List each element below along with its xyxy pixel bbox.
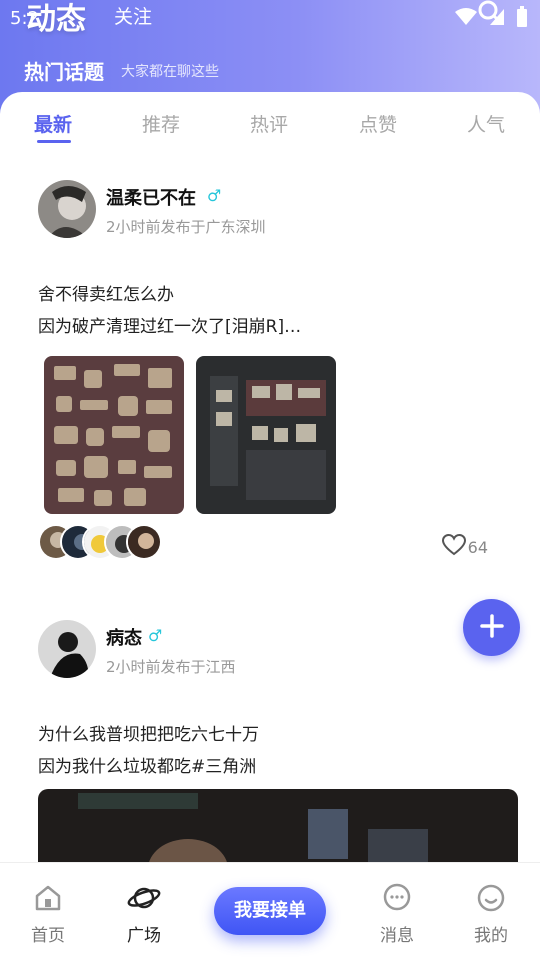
gender-male-icon: ♂ [148,626,163,645]
nav-messages-label: 消息 [380,926,414,946]
tab-likes[interactable]: 点赞 [359,110,397,137]
take-order-button[interactable]: 我要接单 [214,887,326,935]
post-meta: 2小时前发布于江西 [106,658,236,676]
wifi-icon [454,7,478,31]
liked-users[interactable] [38,524,168,560]
post-username[interactable]: 病态 [106,624,142,650]
nav-square-label: 广场 [127,926,161,946]
like-button[interactable]: 64 [441,533,488,560]
battery-icon [516,6,528,32]
planet-icon [126,887,162,917]
sort-tabs: 最新 推荐 热评 点赞 人气 [0,92,540,152]
create-post-button[interactable] [463,599,520,656]
post-text-line: 舍不得卖红怎么办 [38,285,174,305]
post-card[interactable]: 温柔已不在 ♂ 2小时前发布于广东深圳 舍不得卖红怎么办 因为破产清理过红一次了… [0,180,540,570]
plus-icon [479,613,505,643]
avatar[interactable] [38,620,96,678]
nav-mine[interactable]: 我的 [461,883,521,946]
post-text-line: 为什么我普坝把把吃六七十万 [38,725,259,745]
post-image[interactable] [38,789,518,869]
home-icon [33,885,63,917]
nav-home[interactable]: 首页 [18,883,78,946]
avatar [126,524,162,560]
active-tab-indicator [37,140,71,143]
heart-icon [441,533,466,560]
post-text-line: 因为破产清理过红一次了[泪崩R]… [38,317,302,337]
tab-hot-comments[interactable]: 热评 [250,110,288,137]
like-count: 64 [467,537,488,557]
chat-bubble-icon [382,883,412,917]
tab-follow[interactable]: 关注 [114,2,152,29]
status-time: 5:2 [10,8,39,29]
post-image[interactable] [196,356,336,514]
post-card[interactable]: 病态 ♂ 2小时前发布于江西 为什么我普坝把把吃六七十万 因为我什么垃圾都吃#三… [0,620,540,870]
tab-popularity[interactable]: 人气 [467,110,505,137]
nav-messages[interactable]: 消息 [367,883,427,946]
smiley-icon [476,884,506,917]
gender-male-icon: ♂ [207,186,222,205]
hot-topics-subtitle: 大家都在聊这些 [121,64,219,80]
hot-topics-title[interactable]: 热门话题 [24,56,104,85]
tab-recommended[interactable]: 推荐 [142,110,180,137]
tab-latest[interactable]: 最新 [34,110,72,137]
avatar[interactable] [38,180,96,238]
post-image[interactable] [44,356,184,514]
bottom-nav: 首页 广场 我要接单 消息 我的 [0,862,540,960]
post-meta: 2小时前发布于广东深圳 [106,218,266,236]
nav-home-label: 首页 [31,926,65,946]
post-username[interactable]: 温柔已不在 [106,184,196,210]
nav-mine-label: 我的 [474,926,508,946]
post-text-line: 因为我什么垃圾都吃#三角洲 [38,757,257,777]
search-icon[interactable] [476,0,504,26]
nav-square[interactable]: 广场 [114,883,174,946]
